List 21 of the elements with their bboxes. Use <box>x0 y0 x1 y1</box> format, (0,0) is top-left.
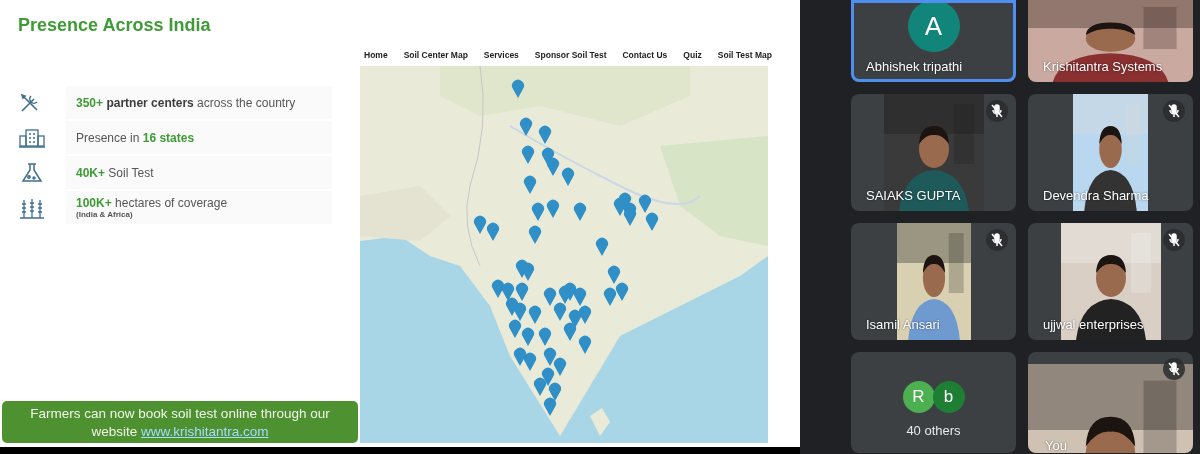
avatar: b <box>932 381 965 413</box>
stat-text: 40K+ Soil Test <box>76 165 154 180</box>
banner-text: Farmers can now book soil test online through our website www.krishitantra.com <box>30 406 330 439</box>
slide-title: Presence Across India <box>18 15 211 36</box>
nav-link[interactable]: Contact Us <box>622 50 668 60</box>
nav-link[interactable]: Soil Center Map <box>403 50 468 60</box>
nav-link[interactable]: Quiz <box>683 50 702 60</box>
nav-link[interactable]: Sponsor Soil Test <box>534 50 607 60</box>
participant-count: 40 others <box>906 423 961 438</box>
stat-text: 100K+ hectares of coverage <box>76 196 228 210</box>
participant-name: SAIAKS GUPTA <box>866 188 961 203</box>
stat-text: 350+ partner centers across the country <box>76 95 296 110</box>
stat-text: Presence in 16 states <box>76 130 195 145</box>
nav-link[interactable]: Home <box>364 50 388 60</box>
nav-link[interactable]: Soil Test Map <box>717 50 772 60</box>
stat-note: (India & Africa) <box>76 210 133 219</box>
nav-link[interactable]: Services <box>483 50 519 60</box>
participant-name: You <box>1045 438 1067 453</box>
avatar: R <box>902 381 935 413</box>
avatar: A <box>907 0 960 52</box>
participant-name: Abhishek tripathi <box>866 59 963 74</box>
